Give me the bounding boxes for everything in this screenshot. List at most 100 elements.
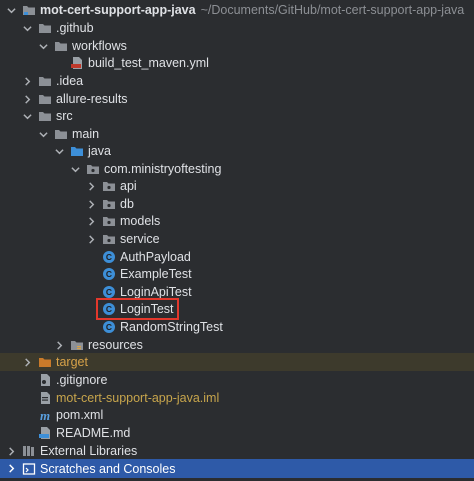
tree-label: mot-cert-support-app-java.iml (56, 391, 220, 405)
chevron-right-icon[interactable] (54, 340, 64, 350)
tree-row-idea[interactable]: .idea (0, 72, 474, 90)
tree-row-service[interactable]: service (0, 230, 474, 248)
tree-label: service (120, 232, 160, 246)
chevron-down-icon[interactable] (22, 23, 32, 33)
folder-icon (38, 92, 52, 106)
tree-label: main (72, 127, 100, 141)
tree-row-iml[interactable]: mot-cert-support-app-java.iml (0, 389, 474, 407)
tree-label: target (56, 355, 88, 369)
tree-label: src (56, 109, 73, 123)
tree-row-db[interactable]: db (0, 195, 474, 213)
tree-row-yml-file[interactable]: build_test_maven.yml (0, 54, 474, 72)
scratches-icon (22, 462, 36, 476)
tree-row-allure-results[interactable]: allure-results (0, 90, 474, 108)
maven-icon: m (38, 408, 52, 422)
chevron-down-icon[interactable] (38, 41, 48, 51)
chevron-right-icon[interactable] (86, 181, 96, 191)
chevron-down-icon[interactable] (6, 5, 16, 15)
tree-label: allure-results (56, 92, 128, 106)
tree-label: .idea (56, 74, 84, 88)
package-icon (102, 232, 116, 246)
project-name: mot-cert-support-app-java (40, 3, 196, 17)
package-icon (86, 162, 100, 176)
source-folder-icon (70, 144, 84, 158)
package-icon (102, 197, 116, 211)
logintest-highlight-box (96, 298, 179, 320)
tree-row-resources[interactable]: resources (0, 336, 474, 354)
tree-row-main[interactable]: main (0, 125, 474, 143)
tree-row-logintest[interactable]: C LoginTest (0, 300, 474, 318)
tree-label: db (120, 197, 134, 211)
svg-text:m: m (40, 408, 50, 422)
project-path: ~/Documents/GitHub/mot-cert-support-app-… (200, 3, 465, 17)
chevron-down-icon[interactable] (70, 164, 80, 174)
folder-icon (38, 109, 52, 123)
folder-icon (54, 127, 68, 141)
tree-row-randomstringtest[interactable]: C RandomStringTest (0, 318, 474, 336)
project-tree: mot-cert-support-app-java ~/Documents/Gi… (0, 0, 474, 481)
chevron-right-icon[interactable] (6, 464, 16, 474)
chevron-right-icon[interactable] (86, 216, 96, 226)
tree-label: Scratches and Consoles (40, 461, 176, 476)
tree-row-pom[interactable]: m pom.xml (0, 406, 474, 424)
iml-file-icon (38, 391, 52, 405)
svg-text:C: C (106, 252, 112, 262)
tree-label: ExampleTest (120, 267, 192, 281)
tree-label: .gitignore (56, 373, 108, 387)
project-folder-icon (22, 3, 36, 17)
tree-row-loginapitest[interactable]: C LoginApiTest (0, 283, 474, 301)
resources-folder-icon (70, 338, 84, 352)
chevron-down-icon[interactable] (22, 111, 32, 121)
tree-label: External Libraries (40, 444, 138, 458)
tree-row-java[interactable]: java (0, 142, 474, 160)
chevron-down-icon[interactable] (54, 146, 64, 156)
yaml-file-icon (70, 56, 84, 70)
tree-label: .github (56, 21, 94, 35)
tree-row-gitignore[interactable]: .gitignore (0, 371, 474, 389)
tree-row-models[interactable]: models (0, 212, 474, 230)
package-icon (102, 179, 116, 193)
markdown-icon (38, 426, 52, 440)
tree-row-api[interactable]: api (0, 177, 474, 195)
chevron-down-icon[interactable] (38, 129, 48, 139)
tree-label: pom.xml (56, 408, 104, 422)
tree-row-package-root[interactable]: com.ministryoftesting (0, 160, 474, 178)
class-icon: C (102, 250, 116, 264)
tree-label: models (120, 214, 161, 228)
chevron-right-icon[interactable] (86, 234, 96, 244)
tree-label: java (88, 144, 111, 158)
tree-label: build_test_maven.yml (88, 56, 209, 70)
tree-row-workflows[interactable]: workflows (0, 37, 474, 55)
tree-label: resources (88, 338, 143, 352)
folder-icon (38, 74, 52, 88)
class-icon: C (102, 320, 116, 334)
svg-text:C: C (106, 269, 112, 279)
folder-icon (54, 39, 68, 53)
chevron-right-icon[interactable] (22, 76, 32, 86)
folder-icon (38, 21, 52, 35)
chevron-right-icon[interactable] (22, 357, 32, 367)
tree-label: workflows (72, 39, 127, 53)
chevron-right-icon[interactable] (6, 446, 16, 456)
tree-row-authpayload[interactable]: C AuthPayload (0, 248, 474, 266)
tree-row-external-libraries[interactable]: External Libraries (0, 442, 474, 460)
svg-text:C: C (106, 287, 112, 297)
tree-row-scratches[interactable]: Scratches and Consoles (0, 459, 474, 478)
tree-row-exampletest[interactable]: C ExampleTest (0, 265, 474, 283)
package-icon (102, 214, 116, 228)
class-icon: C (102, 285, 116, 299)
tree-row-target[interactable]: target (0, 353, 474, 371)
tree-row-root[interactable]: mot-cert-support-app-java ~/Documents/Gi… (0, 1, 474, 19)
gitignore-icon (38, 373, 52, 387)
tree-label: api (120, 179, 137, 193)
tree-row-github[interactable]: .github (0, 19, 474, 37)
excluded-folder-icon (38, 355, 52, 369)
chevron-right-icon[interactable] (22, 94, 32, 104)
tree-row-src[interactable]: src (0, 107, 474, 125)
tree-label: com.ministryoftesting (104, 162, 222, 176)
class-icon: C (102, 267, 116, 281)
chevron-right-icon[interactable] (86, 199, 96, 209)
svg-text:C: C (106, 322, 112, 332)
tree-row-readme[interactable]: README.md (0, 424, 474, 442)
tree-label: RandomStringTest (120, 320, 223, 334)
